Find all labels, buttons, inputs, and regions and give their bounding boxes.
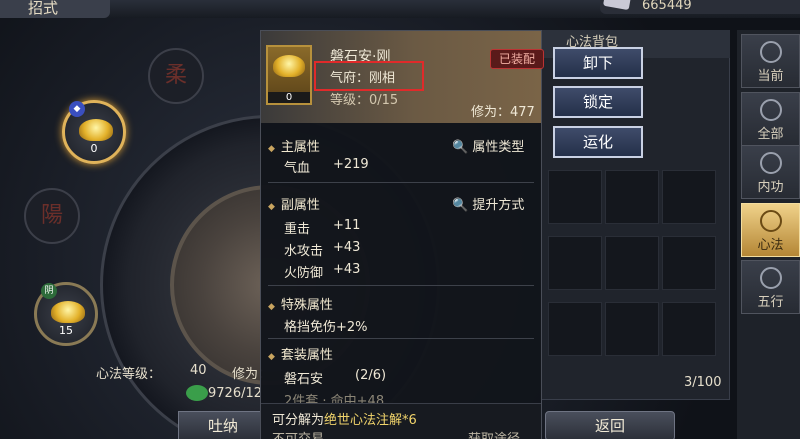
item-level: 等级：0/15 bbox=[330, 93, 399, 108]
sub-attr-value: +43 bbox=[333, 240, 361, 255]
bag-cell[interactable] bbox=[548, 170, 602, 224]
sub-attr-name: 重击 bbox=[284, 222, 311, 237]
set-attr-title: ◆ 套装属性 bbox=[268, 348, 333, 363]
circle-icon bbox=[760, 41, 782, 63]
lock-button[interactable]: 锁定 bbox=[553, 86, 643, 118]
bag-cell[interactable] bbox=[662, 236, 716, 290]
slot-count: 0 bbox=[90, 142, 98, 155]
back-button[interactable]: 返回 bbox=[545, 411, 675, 439]
item-count: 0 bbox=[268, 92, 310, 103]
bag-cell[interactable] bbox=[605, 302, 659, 356]
bag-cell[interactable] bbox=[548, 236, 602, 290]
method-level-value: 40 bbox=[190, 363, 207, 378]
equipped-badge: 已装配 bbox=[490, 49, 544, 69]
bag-cell[interactable] bbox=[548, 302, 602, 356]
item-cultivation: 修为：477 bbox=[471, 105, 535, 120]
main-attr-name: 气血 bbox=[284, 161, 311, 176]
tab-five-elements[interactable]: 五行 bbox=[741, 260, 800, 314]
jade-icon bbox=[186, 385, 208, 401]
heart-method-slot-selected[interactable]: ◆ 0 bbox=[62, 100, 126, 164]
silver-ingot-icon bbox=[602, 0, 632, 11]
heart-method-slot-yin[interactable]: 阴 15 bbox=[34, 282, 98, 346]
trade-status: 不可交易 bbox=[272, 428, 324, 439]
tab-heart-method[interactable]: 心法 bbox=[741, 203, 800, 257]
sub-attr-value: +43 bbox=[333, 262, 361, 277]
set-progress: (2/6) bbox=[355, 368, 387, 383]
search-icon: 🔍 bbox=[452, 198, 473, 213]
special-attr-title: ◆ 特殊属性 bbox=[268, 298, 333, 313]
slot-badge-yin: 阴 bbox=[41, 283, 57, 299]
attr-type-link[interactable]: 🔍 属性类型 bbox=[452, 136, 524, 155]
divider bbox=[268, 182, 534, 183]
circle-icon bbox=[760, 99, 782, 121]
rune-slot-rou[interactable]: 柔 bbox=[148, 48, 204, 104]
page-title: 招式 bbox=[0, 0, 110, 18]
sub-attr-name: 火防御 bbox=[284, 266, 324, 281]
tab-current[interactable]: 当前 bbox=[741, 34, 800, 88]
slot-badge-icon: ◆ bbox=[69, 101, 85, 117]
tab-internal[interactable]: 内功 bbox=[741, 145, 800, 199]
upgrade-method-link[interactable]: 🔍 提升方式 bbox=[452, 194, 524, 213]
gold-ingot-icon bbox=[79, 119, 113, 141]
main-attr-value: +219 bbox=[333, 157, 369, 172]
sub-attr-title: ◆ 副属性 bbox=[268, 198, 320, 213]
set-name: 磐石安 bbox=[284, 372, 324, 387]
bag-count: 3/100 bbox=[684, 375, 722, 390]
special-attr-line: 格挡免伤+2% bbox=[284, 320, 368, 335]
highlight-box bbox=[314, 61, 424, 91]
divider bbox=[268, 285, 534, 286]
search-icon: 🔍 bbox=[452, 140, 473, 155]
rune-slot-yang[interactable]: 陽 bbox=[24, 188, 80, 244]
decompose-info: 可分解为绝世心法注解*6 bbox=[272, 413, 417, 428]
method-level-label: 心法等级： bbox=[96, 367, 162, 382]
divider bbox=[268, 338, 534, 339]
bag-cell[interactable] bbox=[662, 302, 716, 356]
circle-icon bbox=[760, 210, 782, 232]
bag-cell[interactable] bbox=[605, 236, 659, 290]
circle-icon bbox=[760, 267, 782, 289]
gold-ingot-icon bbox=[51, 301, 85, 323]
sub-attr-value: +11 bbox=[333, 218, 361, 233]
tab-all[interactable]: 全部 bbox=[741, 92, 800, 146]
gold-ingot-icon bbox=[273, 55, 305, 77]
slot-count: 15 bbox=[59, 324, 73, 337]
sub-attr-name: 水攻击 bbox=[284, 244, 324, 259]
bag-cell[interactable] bbox=[605, 170, 659, 224]
currency-amount: 665449 bbox=[642, 0, 692, 13]
obtain-link[interactable]: 获取途径 bbox=[468, 428, 520, 439]
unload-button[interactable]: 卸下 bbox=[553, 47, 643, 79]
refine-button[interactable]: 运化 bbox=[553, 126, 643, 158]
item-icon: 0 bbox=[266, 45, 312, 105]
currency-display: 665449 bbox=[600, 0, 800, 14]
absorb-button[interactable]: 吐纳 bbox=[178, 411, 268, 439]
circle-icon bbox=[760, 152, 782, 174]
bag-cell[interactable] bbox=[662, 170, 716, 224]
main-attr-title: ◆ 主属性 bbox=[268, 140, 320, 155]
resource-count: 9726/12 bbox=[208, 386, 263, 401]
